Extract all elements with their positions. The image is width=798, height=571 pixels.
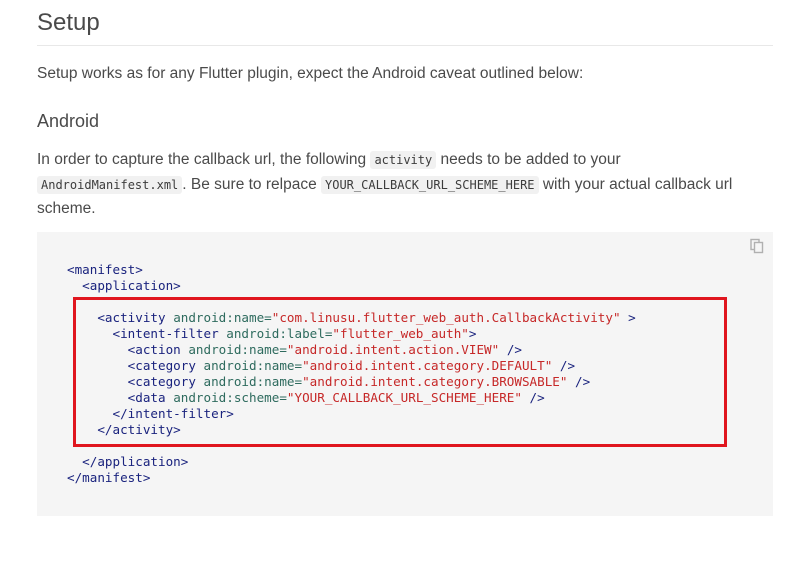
inline-code-scheme: YOUR_CALLBACK_URL_SCHEME_HERE <box>321 175 539 194</box>
copy-icon[interactable] <box>749 238 765 254</box>
code-line: </application> <box>82 454 189 469</box>
paragraph-text: In order to capture the callback url, th… <box>37 151 371 168</box>
code-line: <manifest> <box>67 262 143 277</box>
android-paragraph: In order to capture the callback url, th… <box>37 148 773 222</box>
inline-code-manifest: AndroidManifest.xml <box>37 175 183 194</box>
divider <box>37 45 773 46</box>
highlight-box <box>73 297 727 447</box>
inline-code-activity: activity <box>370 151 437 169</box>
code-line: <application> <box>82 278 181 293</box>
android-heading: Android <box>37 111 100 131</box>
paragraph-text: needs to be added to your <box>436 151 621 168</box>
paragraph-text: . Be sure to relpace <box>182 175 321 193</box>
page-title: Setup <box>37 9 100 36</box>
intro-text: Setup works as for any Flutter plugin, e… <box>37 65 584 82</box>
code-line: </manifest> <box>67 470 151 485</box>
